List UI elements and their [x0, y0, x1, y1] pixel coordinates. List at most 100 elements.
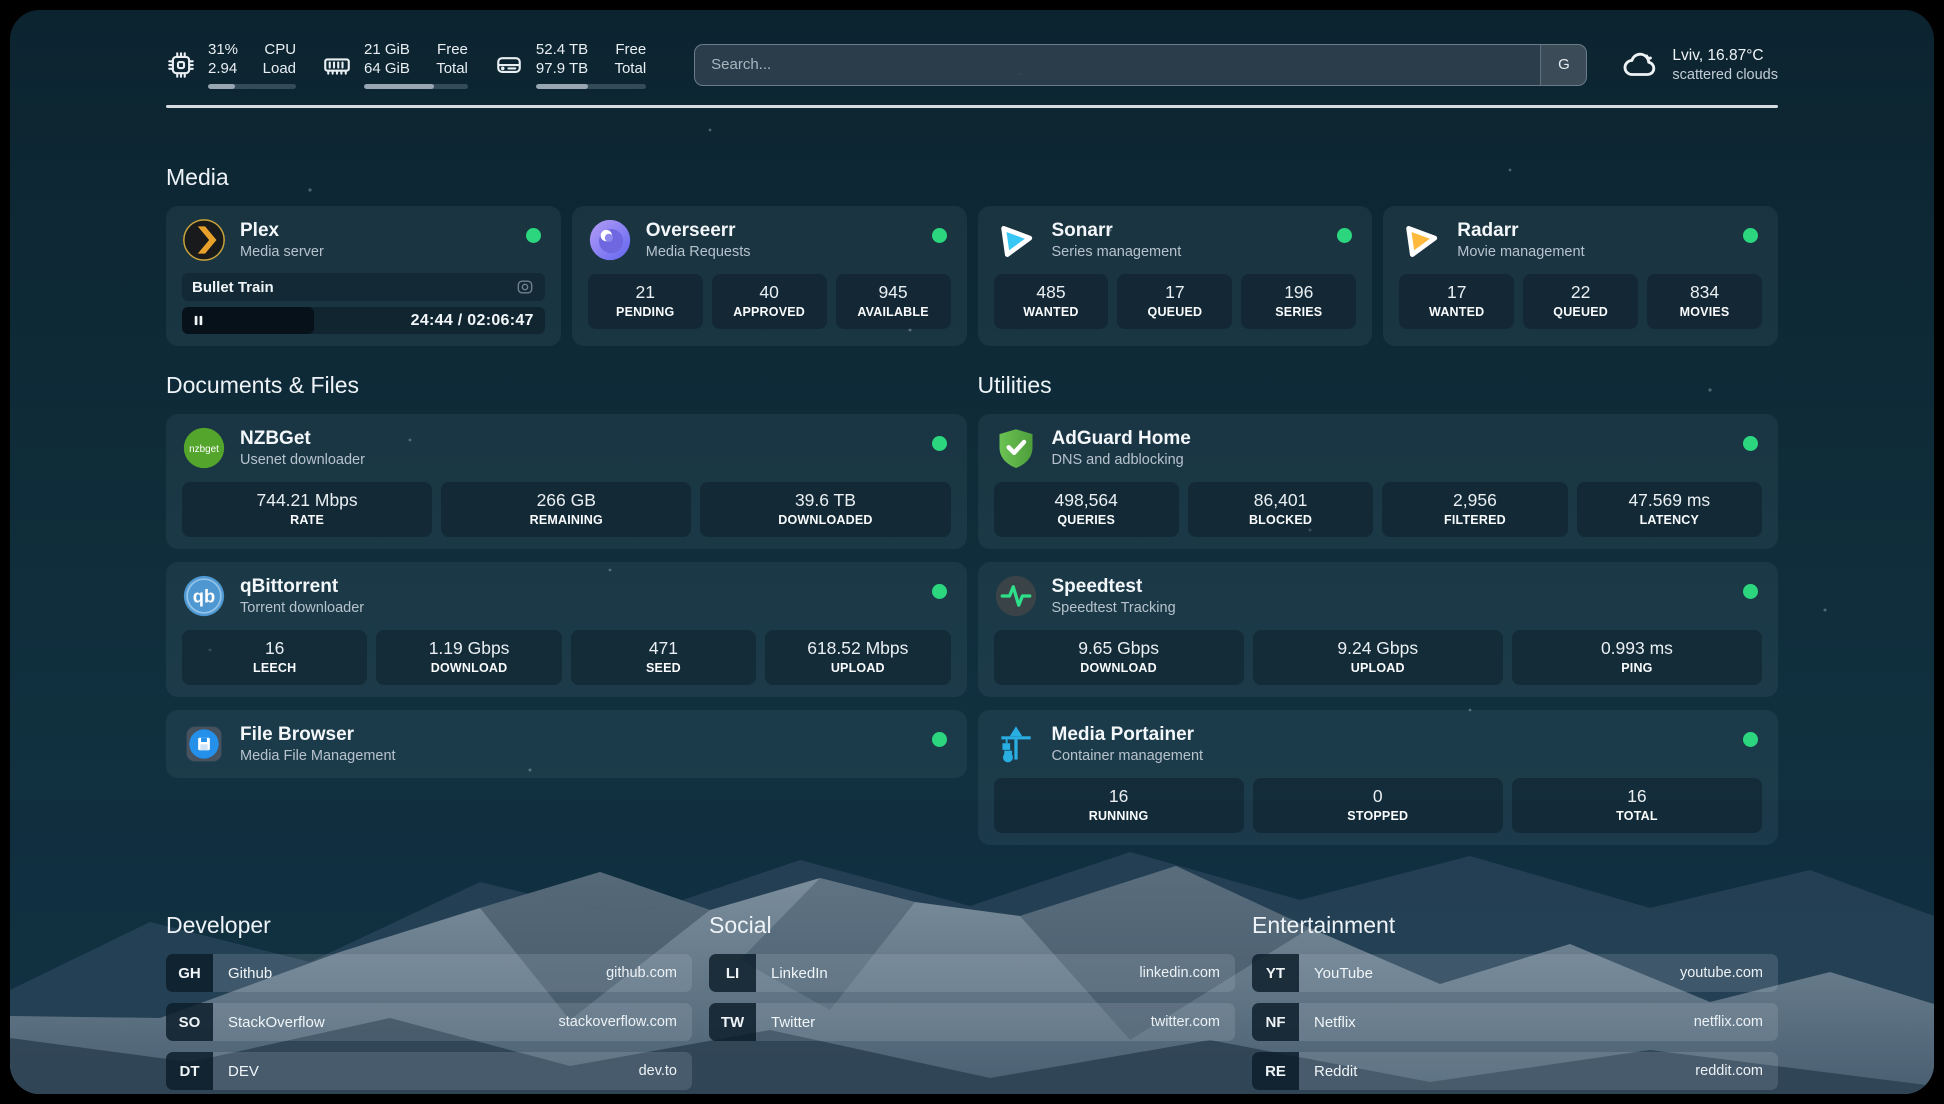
- bookmark-stackoverflow[interactable]: SO StackOverflowstackoverflow.com: [166, 1003, 692, 1041]
- bookmark-linkedin[interactable]: LI LinkedIn linkedin.com: [709, 954, 1235, 992]
- weather-location: Lviv, 16.87°C: [1672, 47, 1778, 65]
- overseerr-card[interactable]: Overseerr Media Requests 21PENDING 40APP…: [572, 206, 967, 346]
- stat-available: 945AVAILABLE: [836, 274, 951, 329]
- stat-ping: 0.993 msPING: [1512, 630, 1762, 685]
- plex-icon: [182, 218, 226, 262]
- bookmark-abbr: RE: [1252, 1052, 1299, 1090]
- cpu-label: CPU: [264, 40, 296, 59]
- memory-total-label: Total: [436, 59, 468, 78]
- radarr-card[interactable]: Radarr Movie management 17WANTED 22QUEUE…: [1383, 206, 1778, 346]
- dashboard: 31% 2.94 CPU Load: [10, 10, 1934, 1094]
- stat-seed: 471SEED: [571, 630, 756, 685]
- memory-total-value: 64 GiB: [364, 59, 410, 78]
- stat-upload: 618.52 MbpsUPLOAD: [765, 630, 950, 685]
- bookmark-url: linkedin.com: [1139, 965, 1220, 981]
- bookmark-abbr: LI: [709, 954, 756, 992]
- service-name: Radarr: [1457, 219, 1584, 242]
- bookmark-reddit[interactable]: RE Reddit reddit.com: [1252, 1052, 1778, 1090]
- adguard-icon: [994, 426, 1038, 470]
- service-name: Media Portainer: [1052, 723, 1204, 746]
- service-name: Speedtest: [1052, 575, 1176, 598]
- disk-icon: [494, 50, 524, 80]
- bookmark-name: Twitter: [771, 1014, 815, 1031]
- stat-total: 16TOTAL: [1512, 778, 1762, 833]
- nzbget-card[interactable]: nzbget NZBGet Usenet downloader 744.21 M…: [166, 414, 967, 549]
- bookmark-youtube[interactable]: YT YouTubeyoutube.com: [1252, 954, 1778, 992]
- pause-button[interactable]: [182, 307, 314, 334]
- developer-bookmark-group: Developer GH Githubgithub.com SO StackOv…: [166, 912, 692, 1094]
- bookmark-name: YouTube: [1314, 965, 1373, 982]
- bookmark-name: Netflix: [1314, 1014, 1356, 1031]
- utilities-section-title: Utilities: [978, 372, 1779, 399]
- memory-stat-widget: 21 GiB 64 GiB Free Total: [322, 40, 468, 89]
- bookmark-dev[interactable]: DT DEV dev.to: [166, 1052, 692, 1090]
- bookmark-github[interactable]: GH Githubgithub.com: [166, 954, 692, 992]
- playback-time: 24:44 / 02:06:47: [411, 312, 545, 330]
- status-dot: [932, 436, 947, 451]
- speedtest-card[interactable]: Speedtest Speedtest Tracking 9.65 GbpsDO…: [978, 562, 1779, 697]
- disk-total-value: 97.9 TB: [536, 59, 588, 78]
- search-engine-button[interactable]: G: [1540, 45, 1586, 85]
- svg-text:nzbget: nzbget: [189, 444, 219, 455]
- memory-free-label: Free: [437, 40, 468, 59]
- search-input[interactable]: [695, 45, 1540, 85]
- service-description: Media File Management: [240, 747, 396, 766]
- bookmark-twitter[interactable]: TW Twitter twitter.com: [709, 1003, 1235, 1041]
- cpu-progress-bar: [208, 84, 296, 89]
- status-dot: [1743, 436, 1758, 451]
- bookmark-netflix[interactable]: NF Netflixnetflix.com: [1252, 1003, 1778, 1041]
- player-bar[interactable]: 24:44 / 02:06:47: [182, 307, 545, 334]
- cpu-icon: [166, 50, 196, 80]
- filebrowser-card[interactable]: File Browser Media File Management: [166, 710, 967, 778]
- bookmark-url: dev.to: [639, 1063, 677, 1079]
- status-dot: [526, 228, 541, 243]
- stat-wanted: 17WANTED: [1399, 274, 1514, 329]
- bookmark-url: youtube.com: [1680, 965, 1763, 981]
- stat-queued: 22QUEUED: [1523, 274, 1638, 329]
- bookmark-abbr: DT: [166, 1052, 213, 1090]
- service-description: Container management: [1052, 747, 1204, 766]
- stat-series: 196SERIES: [1241, 274, 1356, 329]
- load-label: Load: [263, 59, 296, 78]
- qbittorrent-card[interactable]: qb qBittorrent Torrent downloader 16LEEC…: [166, 562, 967, 697]
- adguard-card[interactable]: AdGuard Home DNS and adblocking 498,564Q…: [978, 414, 1779, 549]
- memory-icon: [322, 50, 352, 80]
- memory-free-value: 21 GiB: [364, 40, 410, 59]
- service-description: DNS and adblocking: [1052, 451, 1191, 470]
- service-name: qBittorrent: [240, 575, 364, 598]
- service-description: Media server: [240, 243, 324, 262]
- stat-pending: 21PENDING: [588, 274, 703, 329]
- bookmark-url: reddit.com: [1695, 1063, 1763, 1079]
- speedtest-icon: [994, 574, 1038, 618]
- portainer-icon: [994, 722, 1038, 766]
- service-name: Sonarr: [1052, 219, 1182, 242]
- disk-stat-widget: 52.4 TB 97.9 TB Free Total: [494, 40, 646, 89]
- service-description: Usenet downloader: [240, 451, 365, 470]
- plex-card[interactable]: Plex Media server Bullet Train: [166, 206, 561, 346]
- stat-rate: 744.21 MbpsRATE: [182, 482, 432, 537]
- service-name: AdGuard Home: [1052, 427, 1191, 450]
- bookmark-name: Reddit: [1314, 1063, 1357, 1080]
- bookmark-url: stackoverflow.com: [559, 1014, 677, 1030]
- bookmark-name: DEV: [228, 1063, 259, 1080]
- stat-remaining: 266 GBREMAINING: [441, 482, 691, 537]
- bookmark-name: StackOverflow: [228, 1014, 325, 1031]
- disk-progress-bar: [536, 84, 646, 89]
- stat-queued: 17QUEUED: [1117, 274, 1232, 329]
- media-section-title: Media: [166, 164, 1778, 191]
- cpu-usage-value: 31%: [208, 40, 238, 59]
- bookmark-name: LinkedIn: [771, 965, 828, 982]
- bookmark-url: twitter.com: [1151, 1014, 1220, 1030]
- top-bar: 31% 2.94 CPU Load: [166, 10, 1778, 89]
- svg-text:qb: qb: [193, 586, 215, 607]
- bookmark-url: github.com: [606, 965, 677, 981]
- cloud-icon: [1621, 46, 1659, 84]
- portainer-card[interactable]: Media Portainer Container management 16R…: [978, 710, 1779, 845]
- sonarr-card[interactable]: Sonarr Series management 485WANTED 17QUE…: [978, 206, 1373, 346]
- topbar-divider: [166, 105, 1778, 108]
- weather-widget[interactable]: Lviv, 16.87°C scattered clouds: [1621, 46, 1778, 84]
- search-bar: G: [694, 44, 1587, 86]
- service-description: Speedtest Tracking: [1052, 599, 1176, 618]
- bookmark-abbr: TW: [709, 1003, 756, 1041]
- overseerr-icon: [588, 218, 632, 262]
